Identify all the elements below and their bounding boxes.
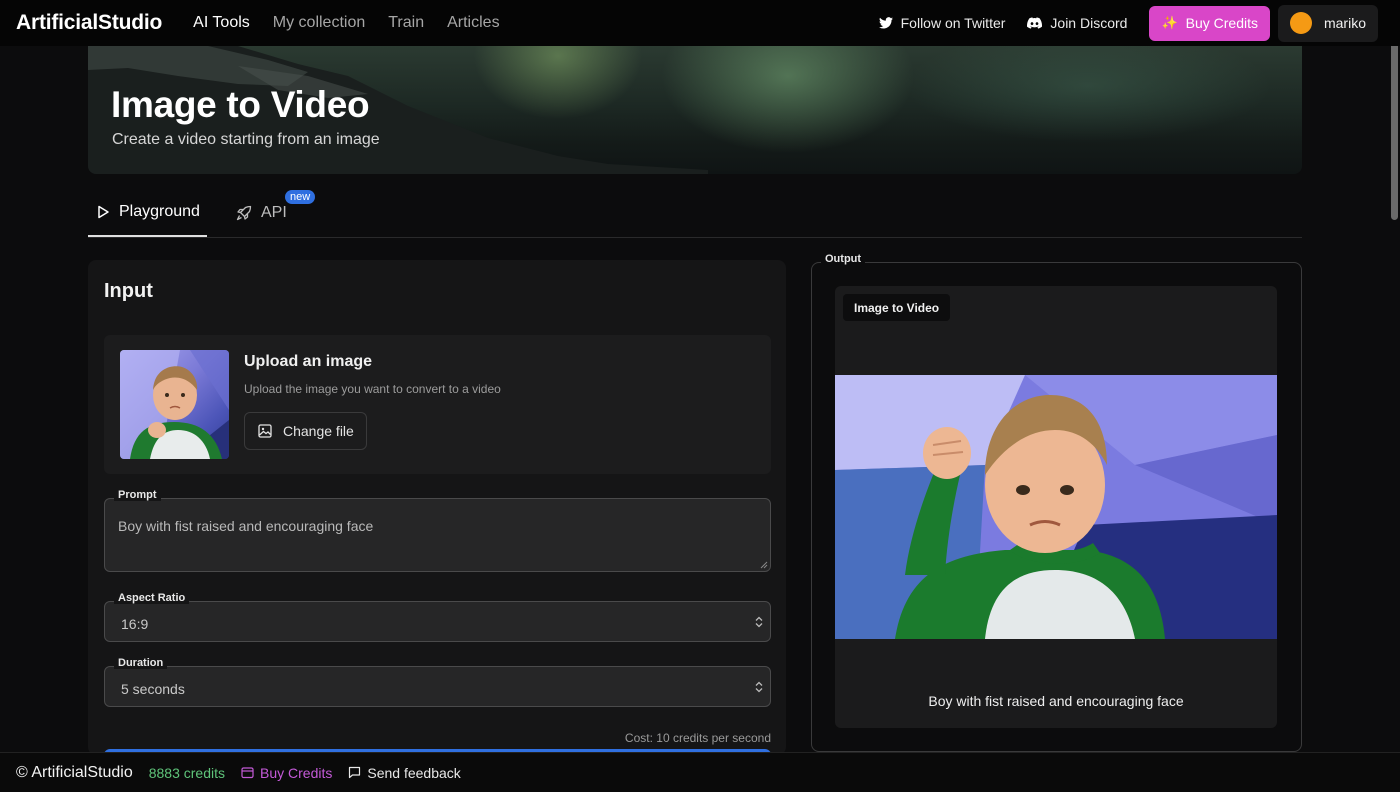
duration-label: Duration	[114, 657, 168, 669]
play-icon	[98, 205, 109, 218]
wallet-icon	[241, 767, 254, 779]
sparkles-icon: ✨	[1161, 15, 1178, 30]
hero-banner: Image to Video Create a video starting f…	[88, 46, 1302, 174]
page-scrollbar[interactable]	[1388, 0, 1400, 792]
chevron-updown-icon	[755, 681, 763, 693]
footer-brand: © ArtificialStudio	[16, 763, 133, 781]
nav-link-ai-tools[interactable]: AI Tools	[193, 14, 250, 32]
upload-subtitle: Upload the image you want to convert to …	[244, 382, 501, 396]
footer-bar: © ArtificialStudio 8883 credits Buy Cred…	[0, 752, 1400, 792]
buy-credits-label: Buy Credits	[1185, 15, 1258, 31]
page-title: Image to Video	[111, 84, 370, 125]
nav-link-my-collection[interactable]: My collection	[273, 14, 365, 32]
baby-photo-thumbnail	[120, 350, 229, 459]
upload-area: Upload an image Upload the image you wan…	[104, 335, 771, 474]
aspect-ratio-select[interactable]: Aspect Ratio 16:9	[104, 592, 771, 642]
page-subtitle: Create a video starting from an image	[112, 131, 380, 148]
discord-icon	[1027, 17, 1043, 29]
tab-api-label: API	[261, 203, 287, 221]
buy-credits-button[interactable]: ✨ Buy Credits	[1149, 5, 1270, 41]
output-caption: Boy with fist raised and encouraging fac…	[928, 693, 1184, 709]
username: mariko	[1323, 15, 1366, 31]
output-panel: Output Image to Video Boy with fist rais…	[811, 253, 1302, 752]
join-discord-link[interactable]: Join Discord	[1027, 15, 1127, 31]
top-navbar: ArtificialStudio AI Tools My collection …	[0, 0, 1400, 46]
send-feedback-label: Send feedback	[367, 764, 461, 781]
follow-twitter-label: Follow on Twitter	[900, 15, 1006, 31]
nav-link-train[interactable]: Train	[388, 14, 424, 32]
change-file-label: Change file	[283, 423, 354, 439]
user-menu[interactable]: mariko	[1277, 4, 1378, 42]
prompt-textarea[interactable]: Prompt Boy with fist raised and encourag…	[104, 489, 771, 572]
aspect-ratio-value: 16:9	[121, 616, 149, 632]
scrollbar-thumb[interactable]	[1391, 30, 1398, 220]
tab-playground[interactable]: Playground	[88, 188, 207, 237]
change-file-button[interactable]: Change file	[244, 412, 367, 450]
duration-select[interactable]: Duration 5 seconds	[104, 657, 771, 707]
credits-balance: 8883 credits	[148, 764, 226, 781]
aspect-ratio-label: Aspect Ratio	[114, 592, 190, 604]
join-discord-label: Join Discord	[1050, 15, 1128, 31]
upload-title: Upload an image	[244, 353, 373, 370]
duration-value: 5 seconds	[121, 681, 185, 697]
cost-info: Cost: 10 credits per second	[624, 731, 771, 745]
output-label: Output	[821, 253, 866, 265]
output-card: Image to Video Boy with fist raised and	[835, 286, 1277, 728]
nav-right: Follow on Twitter Join Discord ✨ Buy Cre…	[878, 4, 1378, 42]
resize-grip-icon[interactable]	[760, 561, 768, 569]
message-icon	[349, 766, 361, 779]
nav-links: AI Tools My collection Train Articles	[193, 14, 499, 32]
output-video-preview[interactable]	[835, 375, 1277, 639]
send-feedback-link[interactable]: Send feedback	[348, 764, 461, 781]
brand-logo[interactable]: ArtificialStudio	[16, 11, 162, 35]
mode-tabs: Playground API new	[88, 188, 1302, 238]
new-badge: new	[285, 190, 316, 204]
output-tag: Image to Video	[843, 294, 951, 321]
nav-link-articles[interactable]: Articles	[447, 14, 499, 32]
footer-buy-credits-link[interactable]: Buy Credits	[241, 765, 332, 781]
chevron-updown-icon	[755, 616, 763, 628]
input-panel: Input Upload an image Upload the image y…	[88, 260, 786, 757]
tab-api[interactable]: API	[236, 188, 287, 237]
follow-twitter-link[interactable]: Follow on Twitter	[878, 15, 1006, 31]
prompt-value: Boy with fist raised and encouraging fac…	[118, 518, 374, 534]
uploaded-image-thumbnail	[120, 350, 229, 459]
image-icon	[258, 424, 272, 438]
input-title: Input	[104, 280, 153, 302]
prompt-label: Prompt	[114, 489, 161, 501]
twitter-icon	[878, 17, 893, 29]
rocket-icon	[236, 205, 252, 220]
footer-buy-credits-label: Buy Credits	[260, 764, 333, 781]
tab-playground-label: Playground	[119, 202, 200, 220]
avatar	[1289, 12, 1312, 34]
